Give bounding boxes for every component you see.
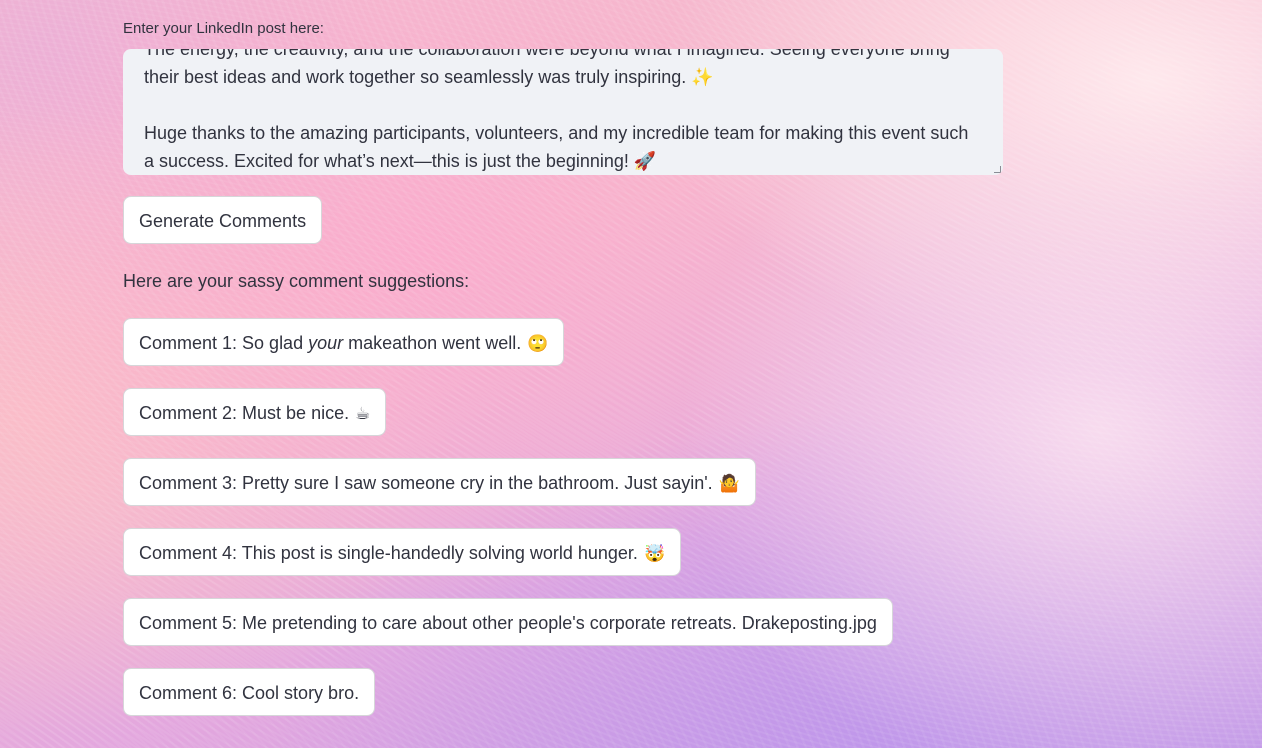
comment-button-6[interactable]: Comment 6: Cool story bro. (123, 668, 376, 716)
comment-button-4[interactable]: Comment 4: This post is single-handedly … (123, 528, 682, 576)
eye-roll-icon: 🙄 (527, 334, 549, 354)
comment-text: Comment 6: Cool story bro. (139, 683, 360, 703)
main-content: Enter your LinkedIn post here: The energ… (123, 18, 1003, 716)
post-input-textarea[interactable]: The energy, the creativity, and the coll… (123, 49, 1003, 175)
comment-text: Comment 1: So glad (139, 333, 309, 353)
comment-text-suffix: makeathon went well. (343, 333, 522, 353)
comment-button-1[interactable]: Comment 1: So glad your makeathon went w… (123, 318, 565, 366)
comment-text: Comment 5: Me pretending to care about o… (139, 613, 877, 633)
resize-handle-icon[interactable] (994, 166, 1001, 173)
results-heading: Here are your sassy comment suggestions: (123, 271, 470, 291)
comment-button-3[interactable]: Comment 3: Pretty sure I saw someone cry… (123, 458, 756, 506)
shrug-icon: 🤷 (718, 474, 740, 494)
comment-list: Comment 1: So glad your makeathon went w… (123, 318, 893, 738)
comment-button-5[interactable]: Comment 5: Me pretending to care about o… (123, 598, 893, 646)
comment-button-2[interactable]: Comment 2: Must be nice. ☕ (123, 388, 387, 436)
comment-text: Comment 4: This post is single-handedly … (139, 543, 638, 563)
coffee-icon: ☕ (355, 404, 371, 424)
comment-emphasis: your (308, 333, 344, 353)
comment-text: Comment 2: Must be nice. (139, 403, 350, 423)
post-input-label: Enter your LinkedIn post here: (123, 20, 324, 37)
generate-comments-button[interactable]: Generate Comments (123, 196, 323, 244)
mind-blown-icon: 🤯 (643, 544, 666, 564)
post-input-text[interactable]: The energy, the creativity, and the coll… (144, 49, 982, 175)
comment-text: Comment 3: Pretty sure I saw someone cry… (139, 473, 713, 493)
